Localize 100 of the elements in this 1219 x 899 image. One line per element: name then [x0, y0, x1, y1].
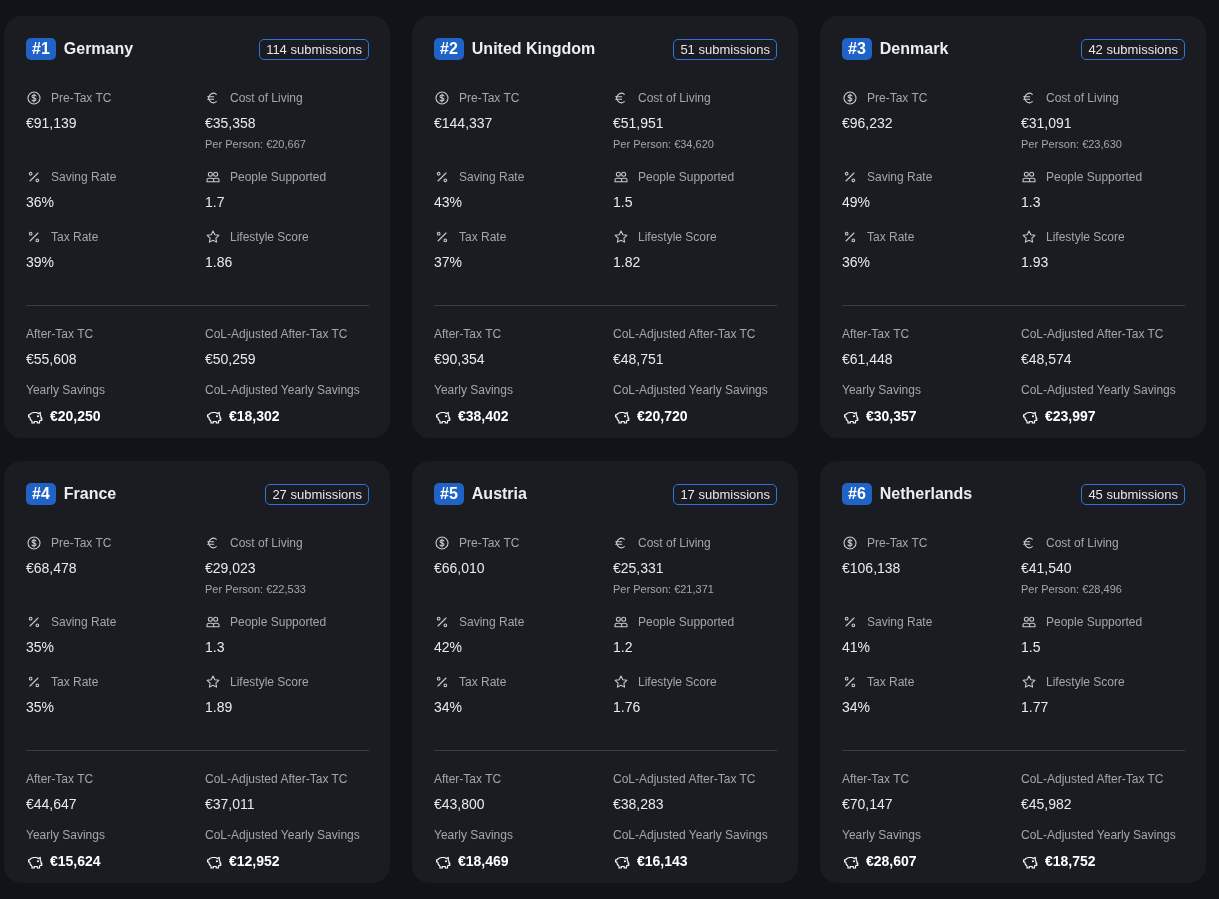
- stat-label: People Supported: [638, 614, 735, 631]
- stat-label: People Supported: [230, 614, 327, 631]
- stat-value: €68,478: [26, 559, 78, 578]
- star-icon: [1021, 229, 1037, 245]
- per-person-cost: Per Person: €21,371: [613, 582, 715, 597]
- rank-badge: #6: [842, 483, 872, 505]
- stat-value: 1.76: [613, 698, 642, 717]
- stat-value: 1.89: [205, 698, 234, 717]
- total-value: €70,147: [842, 795, 894, 813]
- percent-icon: [842, 169, 858, 185]
- people-icon: [613, 614, 629, 630]
- total-value: €90,354: [434, 350, 486, 368]
- stat-value: €25,331: [613, 559, 665, 578]
- stat-label: Tax Rate: [867, 674, 915, 691]
- stat-label: People Supported: [230, 169, 327, 186]
- total-label: Yearly Savings: [842, 382, 922, 397]
- stat-value: 36%: [26, 193, 56, 212]
- stat-value: 1.86: [205, 253, 234, 272]
- stat-label: Tax Rate: [51, 229, 99, 246]
- total-value: €55,608: [26, 350, 78, 368]
- savings-value: €28,607: [866, 852, 917, 871]
- stat-label: Lifestyle Score: [230, 229, 309, 246]
- total-label: CoL-Adjusted Yearly Savings: [1021, 382, 1177, 397]
- total-label: Yearly Savings: [26, 382, 106, 397]
- total-label: Yearly Savings: [434, 827, 514, 842]
- rank-badge: #3: [842, 38, 872, 60]
- total-label: Yearly Savings: [434, 382, 514, 397]
- dollar-icon: [842, 90, 858, 106]
- dollar-icon: [26, 90, 42, 106]
- total-label: CoL-Adjusted Yearly Savings: [205, 382, 361, 397]
- stat-value: €51,951: [613, 114, 665, 133]
- per-person-cost: Per Person: €34,620: [613, 137, 715, 152]
- stat-value: 37%: [434, 253, 464, 272]
- per-person-cost: Per Person: €28,496: [1021, 582, 1123, 597]
- stat-value: €35,358: [205, 114, 257, 133]
- total-value: €48,751: [613, 350, 665, 368]
- total-label: After-Tax TC: [434, 771, 503, 786]
- stat-value: 34%: [434, 698, 464, 717]
- total-label: CoL-Adjusted After-Tax TC: [1021, 326, 1165, 341]
- stat-value: 42%: [434, 638, 464, 657]
- stat-label: Cost of Living: [638, 90, 711, 107]
- savings-value: €23,997: [1045, 407, 1096, 426]
- stat-label: Cost of Living: [1046, 90, 1119, 107]
- submissions-count: 42 submissions: [1081, 38, 1185, 60]
- stat-value: 39%: [26, 253, 56, 272]
- people-icon: [1021, 614, 1037, 630]
- stat-label: Tax Rate: [459, 674, 507, 691]
- stat-value: 1.3: [205, 638, 226, 657]
- people-icon: [205, 169, 221, 185]
- total-label: After-Tax TC: [26, 771, 95, 786]
- total-label: After-Tax TC: [842, 326, 911, 341]
- people-icon: [1021, 169, 1037, 185]
- stat-value: 1.77: [1021, 698, 1050, 717]
- stat-label: Cost of Living: [230, 535, 303, 552]
- savings-value: €18,752: [1045, 852, 1096, 871]
- stat-label: People Supported: [1046, 169, 1143, 186]
- total-label: After-Tax TC: [26, 326, 95, 341]
- stat-label: Saving Rate: [867, 614, 933, 631]
- star-icon: [1021, 674, 1037, 690]
- stat-value: €66,010: [434, 559, 486, 578]
- star-icon: [613, 229, 629, 245]
- stat-label: Tax Rate: [867, 229, 915, 246]
- rank-badge: #2: [434, 38, 464, 60]
- stat-label: Cost of Living: [1046, 535, 1119, 552]
- total-value: €44,647: [26, 795, 78, 813]
- submissions-count: 45 submissions: [1081, 483, 1185, 505]
- stat-value: 1.2: [613, 638, 634, 657]
- total-label: After-Tax TC: [842, 771, 911, 786]
- stat-label: Lifestyle Score: [230, 674, 309, 691]
- country-name: Netherlands: [879, 484, 973, 504]
- total-label: CoL-Adjusted Yearly Savings: [1021, 827, 1177, 842]
- stat-value: 1.7: [205, 193, 226, 212]
- percent-icon: [26, 169, 42, 185]
- stat-value: €41,540: [1021, 559, 1073, 578]
- total-label: Yearly Savings: [26, 827, 106, 842]
- star-icon: [613, 674, 629, 690]
- stat-label: Saving Rate: [459, 614, 525, 631]
- percent-icon: [26, 229, 42, 245]
- stat-value: €106,138: [842, 559, 902, 578]
- total-label: CoL-Adjusted After-Tax TC: [613, 326, 757, 341]
- total-value: €45,982: [1021, 795, 1073, 813]
- stat-value: 41%: [842, 638, 872, 657]
- savings-value: €15,624: [50, 852, 101, 871]
- country-name: Austria: [471, 484, 527, 504]
- stat-label: Lifestyle Score: [638, 674, 717, 691]
- percent-icon: [434, 169, 450, 185]
- savings-value: €38,402: [458, 407, 509, 426]
- percent-icon: [434, 674, 450, 690]
- stat-label: Lifestyle Score: [1046, 229, 1125, 246]
- stat-value: €96,232: [842, 114, 894, 133]
- total-value: €50,259: [205, 350, 257, 368]
- people-icon: [613, 169, 629, 185]
- savings-value: €18,469: [458, 852, 509, 871]
- submissions-count: 51 submissions: [673, 38, 777, 60]
- stat-value: 49%: [842, 193, 872, 212]
- total-label: CoL-Adjusted After-Tax TC: [613, 771, 757, 786]
- percent-icon: [434, 614, 450, 630]
- stat-label: Saving Rate: [51, 614, 117, 631]
- dollar-icon: [842, 535, 858, 551]
- total-label: CoL-Adjusted Yearly Savings: [205, 827, 361, 842]
